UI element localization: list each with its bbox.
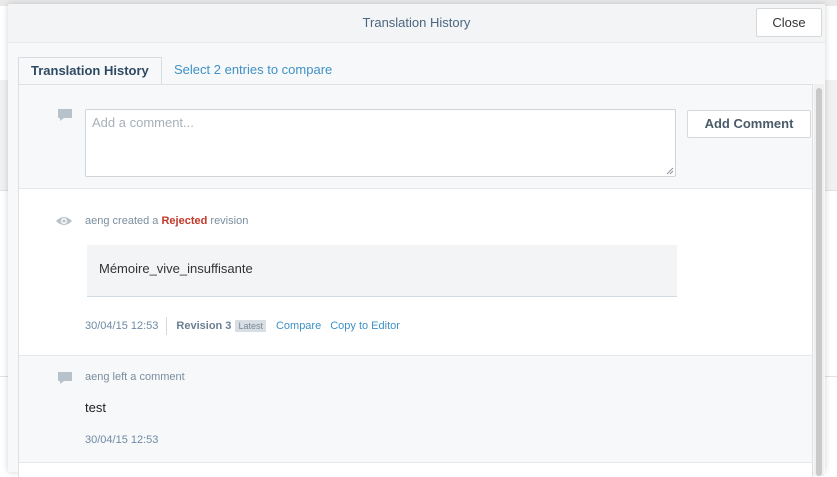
revision-text: Mémoire_vive_insuffisante	[87, 245, 677, 297]
modal-title: Translation History	[362, 15, 471, 30]
revision-number: Revision 3	[176, 320, 232, 332]
resize-handle-icon[interactable]	[666, 167, 674, 175]
revision-divider	[166, 317, 168, 335]
revision-entry[interactable]: aeng created a Rejected revision Mémoire…	[19, 189, 812, 356]
revision-meta: aeng created a Rejected revision	[85, 215, 248, 227]
comment-form: Add Comment	[19, 85, 812, 189]
comment-meta: aeng left a comment	[85, 371, 185, 383]
revision-footer: 30/04/15 12:53 Revision 3 Latest Compare Cop…	[85, 317, 400, 335]
comment-date: 30/04/15 12:53	[85, 434, 159, 446]
comment-icon	[58, 372, 72, 384]
comment-entry: aeng left a comment test 30/04/15 12:53	[19, 356, 812, 463]
revision-action-suffix: revision	[210, 215, 249, 227]
translation-history-modal: Translation History Close Translation Hi…	[8, 4, 825, 477]
scrollbar-thumb[interactable]	[816, 88, 822, 476]
tab-translation-history[interactable]: Translation History	[18, 57, 162, 85]
revision-status: Rejected	[161, 215, 208, 227]
copy-to-editor-link[interactable]: Copy to Editor	[330, 320, 400, 332]
comment-text: test	[85, 400, 106, 415]
compare-link[interactable]: Compare	[276, 320, 321, 332]
revision-action: created a	[112, 215, 159, 227]
revision-date: 30/04/15 12:53	[85, 320, 159, 332]
comment-action: left a comment	[112, 371, 185, 383]
eye-icon	[56, 217, 72, 225]
comment-user: aeng	[85, 371, 110, 383]
scrollbar[interactable]	[814, 84, 824, 476]
tab-compare-entries[interactable]: Select 2 entries to compare	[174, 57, 332, 85]
history-panel: Add Comment aeng created a Rejected revi…	[18, 84, 813, 477]
comment-input[interactable]	[85, 109, 676, 177]
comment-icon	[58, 109, 72, 121]
add-comment-button[interactable]: Add Comment	[687, 110, 811, 138]
modal-header: Translation History Close	[8, 4, 825, 43]
close-button[interactable]: Close	[756, 8, 822, 37]
latest-badge: Latest	[235, 320, 266, 332]
revision-user: aeng	[85, 215, 110, 227]
